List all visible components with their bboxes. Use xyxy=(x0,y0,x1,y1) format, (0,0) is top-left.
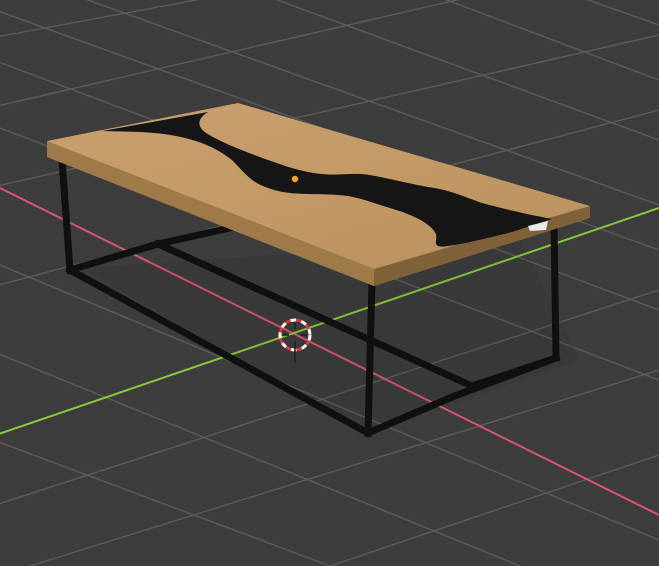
viewport-canvas[interactable] xyxy=(0,0,659,566)
3d-viewport[interactable] xyxy=(0,0,659,566)
object-origin-dot[interactable] xyxy=(291,175,299,183)
